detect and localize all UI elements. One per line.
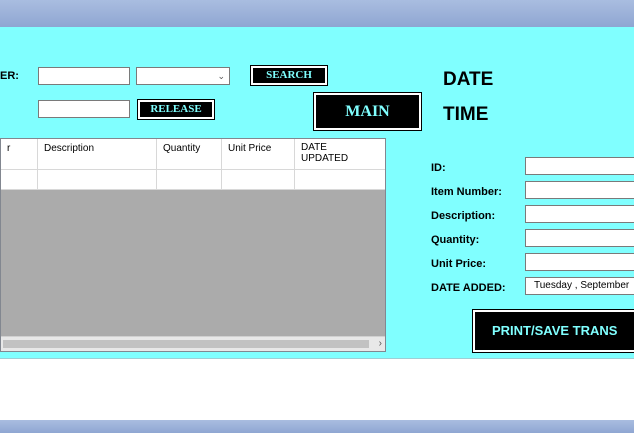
table-cell[interactable] bbox=[1, 170, 38, 189]
table-cell[interactable] bbox=[222, 170, 295, 189]
chevron-right-icon[interactable]: › bbox=[379, 337, 382, 351]
search-label: ER: bbox=[0, 70, 19, 82]
grid-column-header[interactable]: Unit Price bbox=[222, 139, 295, 169]
description-field[interactable] bbox=[525, 205, 634, 223]
date-added-label: DATE ADDED: bbox=[431, 282, 506, 294]
main-button[interactable]: MAIN bbox=[313, 92, 422, 131]
release-button[interactable]: RELEASE bbox=[137, 99, 215, 120]
unit-price-field[interactable] bbox=[525, 253, 634, 271]
description-label: Description: bbox=[431, 210, 496, 222]
horizontal-scrollbar[interactable]: › bbox=[1, 336, 385, 351]
item-number-field[interactable] bbox=[525, 181, 634, 199]
search-type-combo[interactable]: ⌄ bbox=[136, 67, 230, 85]
date-display: DATE bbox=[443, 69, 494, 90]
grid-column-header[interactable]: Quantity bbox=[157, 139, 222, 169]
search-button[interactable]: SEARCH bbox=[250, 65, 328, 86]
table-cell[interactable] bbox=[295, 170, 385, 189]
status-bar bbox=[0, 420, 634, 433]
grid-column-header[interactable]: r bbox=[1, 139, 38, 169]
grid-header: r Description Quantity Unit Price DATE U… bbox=[1, 139, 385, 170]
inventory-grid[interactable]: r Description Quantity Unit Price DATE U… bbox=[0, 138, 386, 352]
print-save-transaction-button[interactable]: PRINT/SAVE TRANS bbox=[472, 309, 634, 353]
date-added-picker[interactable]: Tuesday , September bbox=[525, 277, 634, 295]
table-cell[interactable] bbox=[38, 170, 157, 189]
unit-price-label: Unit Price: bbox=[431, 258, 487, 270]
chevron-down-icon[interactable]: ⌄ bbox=[217, 68, 225, 84]
table-row[interactable] bbox=[1, 170, 385, 190]
search-input[interactable] bbox=[38, 67, 130, 85]
item-number-label: Item Number: bbox=[431, 186, 502, 198]
scrollbar-thumb[interactable] bbox=[3, 340, 369, 348]
title-bar bbox=[0, 0, 634, 27]
id-label: ID: bbox=[431, 162, 446, 174]
grid-column-header[interactable]: Description bbox=[38, 139, 157, 169]
id-field[interactable] bbox=[525, 157, 634, 175]
time-display: TIME bbox=[443, 104, 489, 125]
quantity-label: Quantity: bbox=[431, 234, 480, 246]
quantity-field[interactable] bbox=[525, 229, 634, 247]
grid-column-header[interactable]: DATE UPDATED bbox=[295, 139, 355, 169]
table-cell[interactable] bbox=[157, 170, 222, 189]
release-input[interactable] bbox=[38, 100, 130, 118]
log-area[interactable] bbox=[0, 358, 634, 421]
